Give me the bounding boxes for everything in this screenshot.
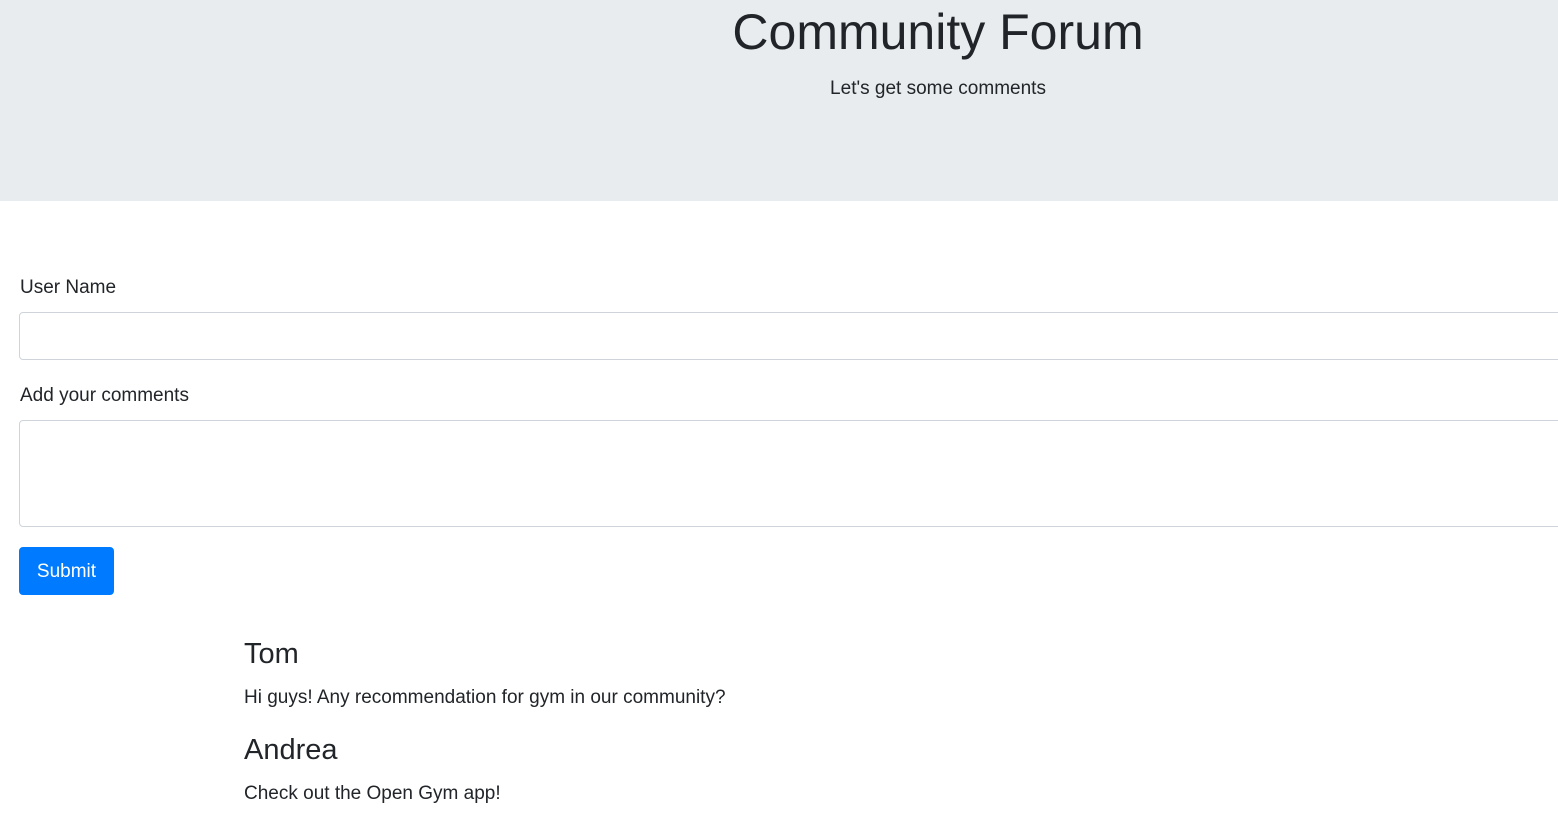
comment-text: Check out the Open Gym app! (244, 783, 501, 804)
page-title: Community Forum (732, 4, 1144, 60)
header-banner: Community Forum Let's get some comments (0, 0, 1558, 201)
page-subtitle: Let's get some comments (830, 78, 1046, 99)
username-input[interactable] (19, 312, 1558, 360)
comments-label: Add your comments (20, 385, 189, 406)
comments-textarea[interactable] (19, 420, 1558, 527)
comment-author: Tom (244, 638, 299, 670)
comment-text: Hi guys! Any recommendation for gym in o… (244, 687, 726, 708)
submit-button[interactable]: Submit (19, 547, 114, 595)
comment-author: Andrea (244, 734, 338, 766)
username-label: User Name (20, 277, 117, 298)
